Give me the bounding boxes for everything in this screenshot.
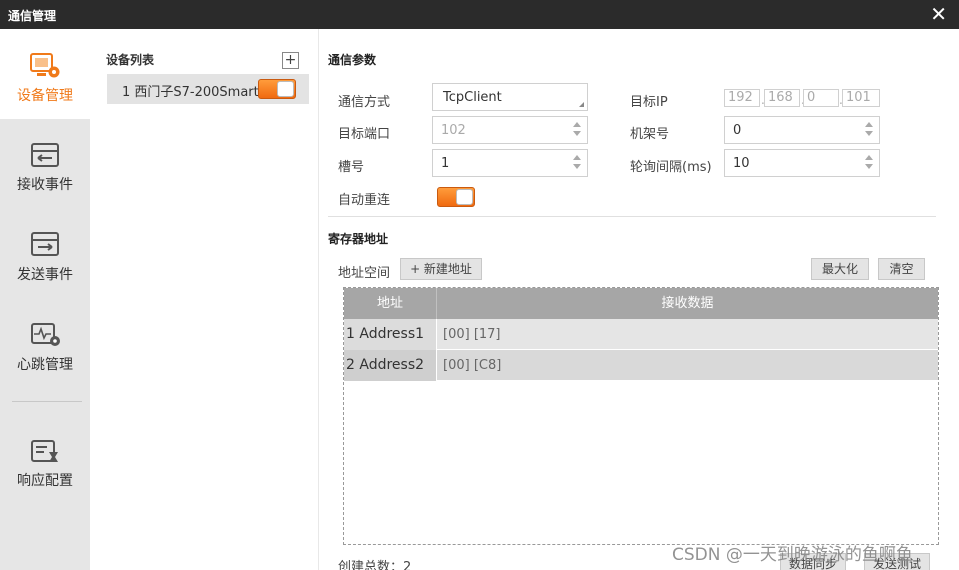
nav-item-send[interactable]: 发送事件 [0,209,90,299]
title-bar: 通信管理 ✕ [0,0,959,29]
spin-arrows-icon[interactable] [865,122,873,138]
device-label: 1 西门子S7-200Smart [122,85,259,100]
ip-octet-1[interactable]: 192 [724,89,760,107]
heartbeat-icon [31,323,60,346]
response-icon [31,440,58,462]
spin-arrows-icon[interactable] [865,155,873,171]
data-cell: [00] [C8] [443,358,502,373]
rack-input[interactable]: 0 [724,116,880,144]
maximize-button[interactable]: 最大化 [811,258,869,280]
address-cell: 1 Address1 [344,319,437,350]
poll-interval-input[interactable]: 10 [724,149,880,177]
close-icon[interactable]: ✕ [930,2,947,26]
dropdown-arrow-icon [579,102,584,107]
target-port-input[interactable]: 102 [432,116,588,144]
spin-arrows-icon[interactable] [573,155,581,171]
nav-item-label: 接收事件 [17,177,73,193]
ip-octet-2[interactable]: 168 [764,89,800,107]
new-address-button[interactable]: + 新建地址 [400,258,482,280]
slot-input[interactable]: 1 [432,149,588,177]
nav-item-receive[interactable]: 接收事件 [0,119,90,209]
spin-arrows-icon[interactable] [573,122,581,138]
column-header-address[interactable]: 地址 [344,288,437,319]
device-list-title: 设备列表 [106,53,155,67]
clear-button[interactable]: 清空 [878,258,925,280]
nav-item-label: 设备管理 [17,88,73,104]
nav-item-label: 响应配置 [17,473,73,489]
data-cell: [00] [17] [443,327,501,342]
device-list-item[interactable]: 1 西门子S7-200Smart [107,74,309,104]
nav-item-label: 心跳管理 [17,357,73,373]
device-icon [30,53,60,78]
mode-select[interactable]: TcpClient [432,83,588,111]
table-row[interactable]: 1 Address1 [00] [17] [344,319,938,350]
poll-interval-value: 10 [733,156,750,171]
device-list-panel: 设备列表 + 1 西门子S7-200Smart [90,29,318,570]
nav-divider [12,401,82,402]
device-enable-toggle[interactable] [258,79,296,99]
table-header: 地址 接收数据 [344,288,938,319]
total-count: 创建总数：2 [338,560,412,570]
rack-value: 0 [733,123,742,138]
add-device-button[interactable]: + [282,52,299,69]
nav-item-response[interactable]: 响应配置 [0,414,90,504]
side-nav: 设备管理 接收事件 发送事件 心跳管理 响应配置 [0,29,90,570]
address-cell: 2 Address2 [344,350,437,381]
mode-value: TcpClient [443,90,502,105]
target-port-label: 目标端口 [338,127,391,142]
register-table: 地址 接收数据 1 Address1 [00] [17] 2 Address2 … [343,287,939,545]
section-divider [328,216,936,217]
auto-reconnect-toggle[interactable] [437,187,475,207]
receive-icon [31,143,59,167]
target-port-value: 102 [441,123,466,138]
column-header-data[interactable]: 接收数据 [437,288,938,319]
register-address-title: 寄存器地址 [328,232,389,246]
nav-item-label: 发送事件 [17,267,73,283]
slot-value: 1 [441,156,450,171]
comm-params-title: 通信参数 [328,53,377,67]
table-row[interactable]: 2 Address2 [00] [C8] [344,350,938,381]
target-ip-label: 目标IP [630,95,668,110]
send-icon [31,232,59,256]
poll-interval-label: 轮询间隔(ms) [630,160,712,175]
rack-label: 机架号 [630,127,670,142]
slot-label: 槽号 [338,160,365,175]
address-space-label: 地址空间 [338,266,391,281]
auto-reconnect-label: 自动重连 [338,193,391,208]
ip-octet-3[interactable]: 0 [803,89,839,107]
nav-item-device[interactable]: 设备管理 [0,29,90,119]
watermark: CSDN @一天到晚游泳的鱼啊鱼 [672,545,913,565]
ip-octet-4[interactable]: 101 [842,89,880,107]
panel-divider [318,29,319,570]
nav-item-heartbeat[interactable]: 心跳管理 [0,299,90,389]
window-title: 通信管理 [8,9,57,23]
mode-label: 通信方式 [338,95,391,110]
